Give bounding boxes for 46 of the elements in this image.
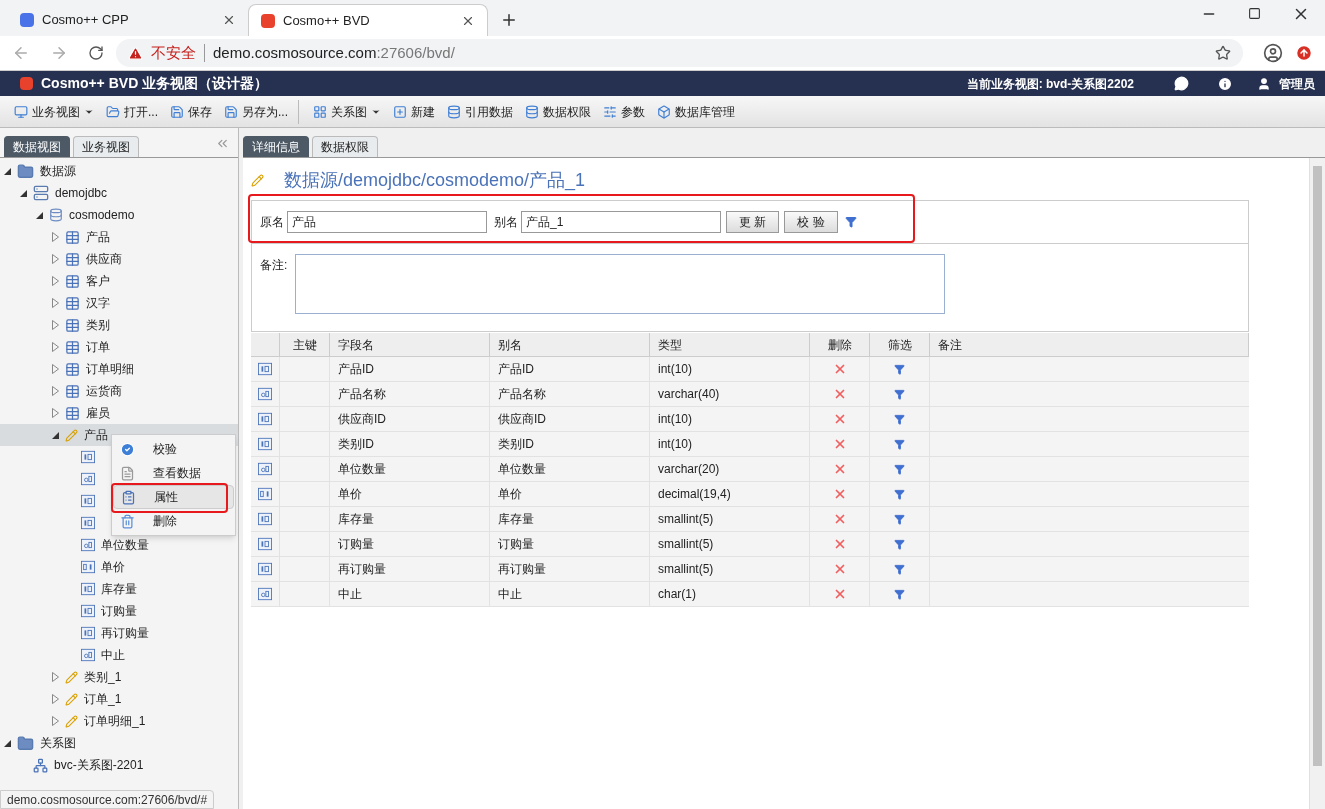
field-label: 别名 xyxy=(494,214,518,231)
page-title: 数据源/demojdbc/cosmodemo/产品_1 xyxy=(284,168,586,193)
table-cell: 供应商ID xyxy=(330,407,490,431)
table-cell: 订购量 xyxy=(490,532,650,556)
url-text: demo.cosmosource.com:27606/bvd/ xyxy=(213,42,455,63)
table-cell: 产品ID xyxy=(490,357,650,381)
remark-label: 备注: xyxy=(260,257,288,274)
status-url: demo.cosmosource.com:27606/bvd/# xyxy=(0,790,215,809)
column-header: 字段名 xyxy=(330,333,490,356)
security-label: 不安全 xyxy=(151,42,196,63)
table-cell: 再订购量 xyxy=(330,557,490,581)
table-cell: 单位数量 xyxy=(330,457,490,481)
table-cell: 中止 xyxy=(330,582,490,606)
table-cell: 库存量 xyxy=(330,507,490,531)
table-cell: smallint(5) xyxy=(650,507,810,531)
table-cell: 单位数量 xyxy=(490,457,650,481)
table-cell: 再订购量 xyxy=(490,557,650,581)
table-cell: 中止 xyxy=(490,582,650,606)
table-cell: 产品名称 xyxy=(330,382,490,406)
column-header: 筛选 xyxy=(870,333,930,356)
table-cell: 单价 xyxy=(330,482,490,506)
table-cell: 供应商ID xyxy=(490,407,650,431)
table-cell: 产品ID xyxy=(330,357,490,381)
table-cell: 订购量 xyxy=(330,532,490,556)
table-cell: int(10) xyxy=(650,432,810,456)
app-title: Cosmo++ BVD 业务视图（设计器） xyxy=(41,74,269,93)
table-cell: 类别ID xyxy=(490,432,650,456)
field-label: 原名 xyxy=(260,214,284,231)
column-header: 删除 xyxy=(810,333,870,356)
table-cell: decimal(19,4) xyxy=(650,482,810,506)
column-header: 主键 xyxy=(280,333,330,356)
table-cell: char(1) xyxy=(650,582,810,606)
table-cell: 库存量 xyxy=(490,507,650,531)
column-header: 类型 xyxy=(650,333,810,356)
current-view-label: 当前业务视图: bvd-关系图2202 xyxy=(966,75,1134,93)
column-header: 别名 xyxy=(490,333,650,356)
table-cell: varchar(40) xyxy=(650,382,810,406)
table-cell: int(10) xyxy=(650,357,810,381)
table-cell: 单价 xyxy=(490,482,650,506)
column-header: 备注 xyxy=(930,333,1249,356)
table-cell: int(10) xyxy=(650,407,810,431)
table-cell: varchar(20) xyxy=(650,457,810,481)
table-cell: smallint(5) xyxy=(650,557,810,581)
table-cell: smallint(5) xyxy=(650,532,810,556)
table-cell: 类别ID xyxy=(330,432,490,456)
table-cell: 产品名称 xyxy=(490,382,650,406)
